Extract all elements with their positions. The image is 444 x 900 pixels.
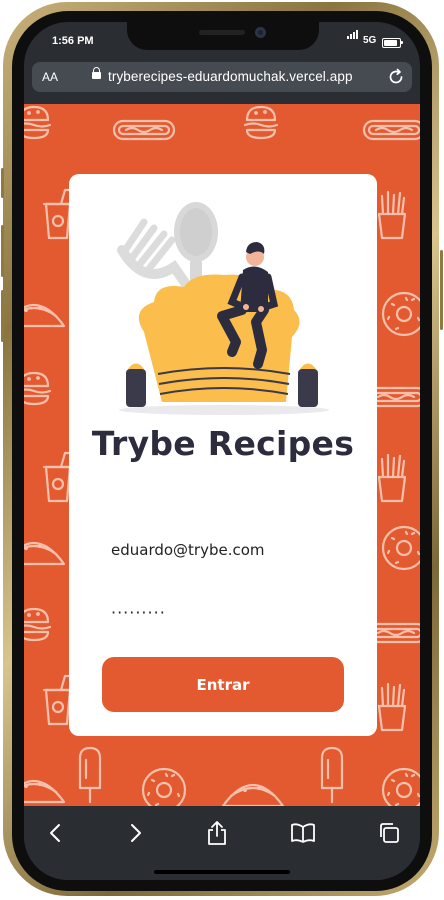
chevron-left-icon <box>50 824 60 842</box>
screen: 1:56 PM 5G AA tryberecipes-eduardomuchak… <box>24 22 420 880</box>
notch <box>127 22 319 50</box>
volume-down-button <box>1 290 4 342</box>
battery-tip <box>401 41 403 44</box>
forward-button[interactable] <box>115 818 155 848</box>
email-input[interactable] <box>101 530 361 570</box>
chef-hat <box>138 274 300 402</box>
login-card: Trybe Recipes Entrar <box>69 174 377 736</box>
home-indicator <box>154 870 290 874</box>
network-label: 5G <box>363 35 377 46</box>
status-time: 1:56 PM <box>52 35 94 47</box>
power-button <box>440 250 443 330</box>
camera <box>255 27 266 38</box>
chevron-right-icon <box>131 824 141 842</box>
share-button[interactable] <box>197 818 237 848</box>
tabs-button[interactable] <box>369 818 409 848</box>
book-icon <box>291 823 315 843</box>
pepper-shaker <box>298 363 318 407</box>
reload-icon[interactable] <box>386 67 406 87</box>
share-icon <box>208 821 226 845</box>
login-button[interactable]: Entrar <box>102 657 344 712</box>
salt-shaker <box>126 363 146 407</box>
mute-switch <box>1 168 4 198</box>
url-text[interactable]: tryberecipes-eduardomuchak.vercel.app <box>108 69 353 84</box>
tabs-icon <box>380 823 399 843</box>
battery-icon <box>382 38 401 48</box>
chef-hat-illustration <box>117 202 329 415</box>
phone-mockup: 1:56 PM 5G AA tryberecipes-eduardomuchak… <box>0 0 444 900</box>
browser-toolbar <box>24 806 420 880</box>
speaker <box>199 30 245 35</box>
back-button[interactable] <box>36 818 76 848</box>
address-bar[interactable]: AA tryberecipes-eduardomuchak.vercel.app <box>32 62 412 92</box>
text-size-button[interactable]: AA <box>42 70 58 84</box>
app-title: Trybe Recipes <box>91 424 355 463</box>
password-input[interactable] <box>101 592 361 632</box>
bookmarks-button[interactable] <box>283 818 323 848</box>
lock-icon <box>92 67 101 79</box>
volume-up-button <box>1 225 4 277</box>
web-page: Trybe Recipes Entrar <box>24 104 420 806</box>
